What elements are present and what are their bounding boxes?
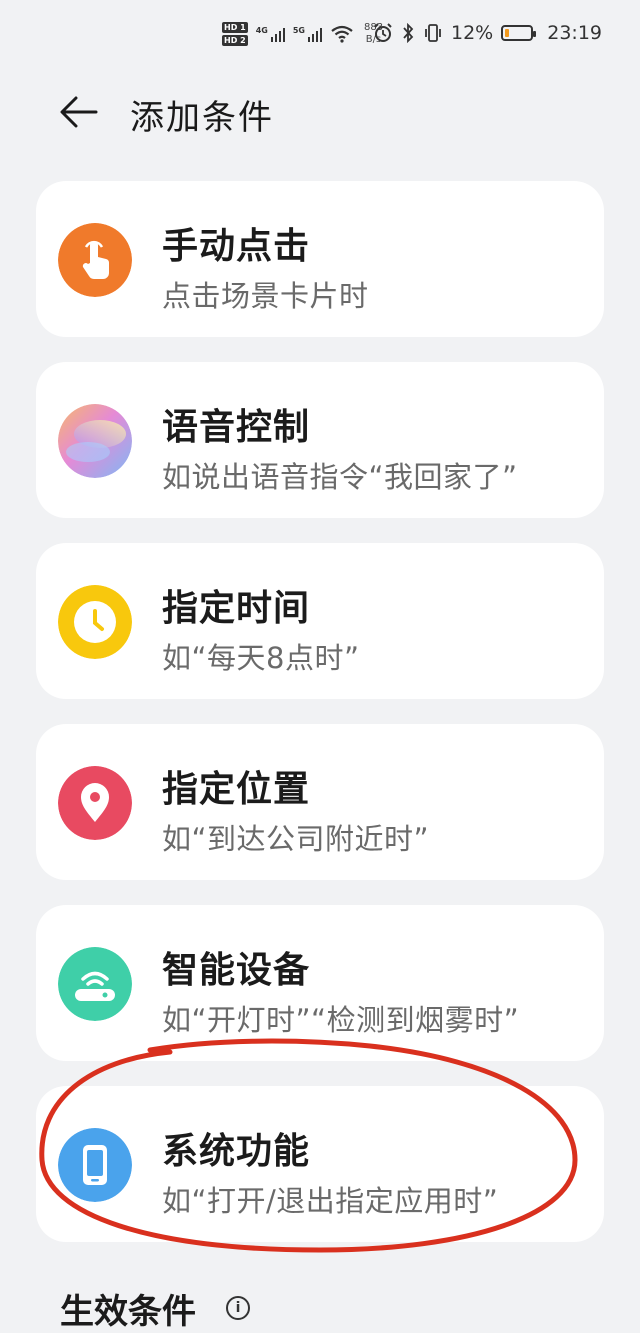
clock-icon bbox=[58, 585, 132, 659]
phone-icon bbox=[58, 1128, 132, 1202]
battery-icon bbox=[501, 25, 537, 41]
voice-assistant-icon bbox=[58, 404, 132, 478]
condition-subtitle: 如“到达公司附近时” bbox=[162, 822, 430, 856]
condition-card-location[interactable]: 指定位置 如“到达公司附近时” bbox=[36, 724, 604, 880]
info-icon[interactable]: i bbox=[226, 1296, 250, 1320]
hd1-badge: HD 1 bbox=[222, 22, 248, 33]
condition-card-system-function[interactable]: 系统功能 如“打开/退出指定应用时” bbox=[36, 1086, 604, 1242]
condition-subtitle: 如说出语音指令“我回家了” bbox=[162, 460, 518, 494]
condition-subtitle: 点击场景卡片时 bbox=[162, 279, 369, 313]
location-pin-icon bbox=[58, 766, 132, 840]
battery-fill bbox=[505, 29, 509, 37]
condition-title: 指定时间 bbox=[162, 588, 311, 629]
condition-title: 智能设备 bbox=[162, 950, 311, 991]
page-title: 添加条件 bbox=[130, 98, 274, 138]
smart-device-icon bbox=[58, 947, 132, 1021]
condition-card-manual-tap[interactable]: 手动点击 点击场景卡片时 bbox=[36, 181, 604, 337]
condition-card-time[interactable]: 指定时间 如“每天8点时” bbox=[36, 543, 604, 699]
condition-subtitle: 如“开灯时”“检测到烟雾时” bbox=[162, 1003, 520, 1037]
status-bar-right: 12% 23:19 bbox=[373, 22, 602, 44]
condition-card-smart-device[interactable]: 智能设备 如“开灯时”“检测到烟雾时” bbox=[36, 905, 604, 1061]
condition-subtitle: 如“每天8点时” bbox=[162, 641, 360, 675]
vibrate-icon bbox=[425, 24, 441, 42]
signal-sim2-icon: 5G bbox=[293, 26, 322, 42]
bluetooth-icon bbox=[403, 23, 414, 43]
condition-card-voice-control[interactable]: 语音控制 如说出语音指令“我回家了” bbox=[36, 362, 604, 518]
section-title-effective-conditions: 生效条件 bbox=[60, 1292, 196, 1332]
condition-title: 指定位置 bbox=[162, 769, 311, 810]
condition-title: 系统功能 bbox=[162, 1131, 311, 1172]
wifi-icon bbox=[331, 25, 353, 43]
status-bar: HD 1 HD 2 4G 5G 883 B/s 12% 23:19 bbox=[0, 0, 640, 76]
battery-percent: 12% bbox=[451, 22, 494, 44]
clock-time: 23:19 bbox=[547, 22, 602, 44]
hd-indicator: HD 1 HD 2 bbox=[222, 22, 248, 46]
arrow-left-icon[interactable] bbox=[58, 94, 100, 130]
condition-subtitle: 如“打开/退出指定应用时” bbox=[162, 1184, 499, 1218]
tap-hand-icon bbox=[58, 223, 132, 297]
signal-sim1-icon: 4G bbox=[256, 26, 285, 42]
hd2-badge: HD 2 bbox=[222, 35, 248, 46]
alarm-icon bbox=[374, 23, 392, 42]
status-bar-left: HD 1 HD 2 4G 5G 883 B/s bbox=[222, 22, 383, 46]
header: 添加条件 bbox=[0, 82, 640, 146]
condition-title: 手动点击 bbox=[162, 226, 311, 267]
condition-title: 语音控制 bbox=[162, 407, 311, 448]
